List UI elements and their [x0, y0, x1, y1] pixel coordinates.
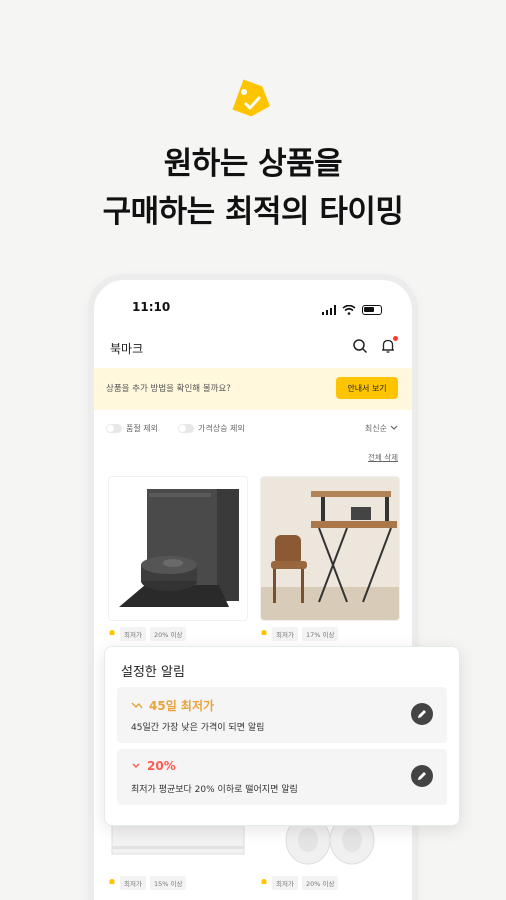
guide-button[interactable]: 안내서 보기 — [336, 377, 398, 399]
pencil-icon — [418, 710, 426, 718]
product-image-wooden-desk — [260, 476, 400, 621]
bell-icon[interactable] — [380, 336, 398, 358]
filter-bar: 품절 제외 가격상승 제외 최신순 — [94, 420, 412, 440]
headline-line1: 원하는 상품을 — [163, 146, 343, 182]
product-image-robot-vacuum — [108, 476, 248, 621]
bell-small-icon — [108, 629, 116, 639]
soldout-filter[interactable]: 품절 제외 — [106, 423, 158, 434]
wifi-icon — [342, 300, 356, 319]
delete-all-link[interactable]: 전체 삭제 — [368, 452, 398, 463]
alert-desc: 45일간 가장 낮은 가격이 되면 알림 — [131, 723, 265, 733]
product-card[interactable]: 최저가 20% 이상 — [108, 476, 248, 641]
soldout-toggle[interactable] — [106, 424, 122, 433]
tag: 최저가 — [272, 627, 298, 641]
sort-dropdown[interactable]: 최신순 — [365, 423, 398, 434]
alert-item[interactable]: 20% 최저가 평균보다 20% 이하로 떨어지면 알림 — [117, 749, 447, 805]
bell-small-icon — [260, 629, 268, 639]
edit-button[interactable] — [411, 765, 433, 787]
bell-small-icon — [108, 878, 116, 888]
tag: 20% 이상 — [301, 876, 339, 890]
tag: 최저가 — [120, 627, 146, 641]
chevron-down-icon — [390, 424, 398, 433]
alert-settings-popup: 설정한 알림 45일 최저가 45일간 가장 낮은 가격이 되면 알림 20% … — [104, 646, 460, 826]
battery-icon — [362, 304, 382, 315]
pencil-icon — [418, 772, 426, 780]
alert-label: 20% — [147, 759, 176, 773]
alert-desc: 최저가 평균보다 20% 이하로 떨어지면 알림 — [131, 785, 298, 795]
alert-item[interactable]: 45일 최저가 45일간 가장 낮은 가격이 되면 알림 — [117, 687, 447, 743]
edit-button[interactable] — [411, 703, 433, 725]
tag: 15% 이상 — [149, 876, 187, 890]
chevron-down-icon — [131, 759, 141, 773]
popup-title: 설정한 알림 — [121, 665, 185, 680]
price-rise-toggle[interactable] — [178, 424, 194, 433]
sort-label: 최신순 — [364, 424, 387, 433]
tag: 20% 이상 — [149, 627, 187, 641]
tag: 최저가 — [272, 876, 298, 890]
soldout-label: 품절 제외 — [126, 424, 158, 433]
trend-down-icon — [131, 699, 143, 713]
alert-label: 45일 최저가 — [149, 699, 215, 713]
product-card[interactable]: 최저가 17% 이상 — [260, 476, 400, 641]
signal-icon — [322, 300, 336, 319]
headline: 원하는 상품을 구매하는 최적의 타이밍 — [0, 140, 506, 236]
guide-banner: 상품을 추가 방법을 확인해 볼까요? 안내서 보기 — [94, 368, 412, 410]
price-rise-label: 가격상승 제외 — [198, 424, 245, 433]
bell-small-icon — [260, 878, 268, 888]
app-bar: 북마크 — [94, 334, 412, 364]
search-icon[interactable] — [352, 338, 368, 358]
tag: 17% 이상 — [301, 627, 339, 641]
headline-line2: 구매하는 최적의 타이밍 — [102, 194, 404, 230]
banner-text: 상품을 추가 방법을 확인해 볼까요? — [106, 384, 231, 394]
notification-dot — [393, 336, 398, 341]
tag: 최저가 — [120, 876, 146, 890]
price-tag-logo — [231, 78, 275, 122]
status-time: 11:10 — [132, 300, 171, 314]
page-title: 북마크 — [110, 342, 144, 356]
status-bar: 11:10 — [94, 280, 412, 322]
price-rise-filter[interactable]: 가격상승 제외 — [178, 423, 245, 434]
